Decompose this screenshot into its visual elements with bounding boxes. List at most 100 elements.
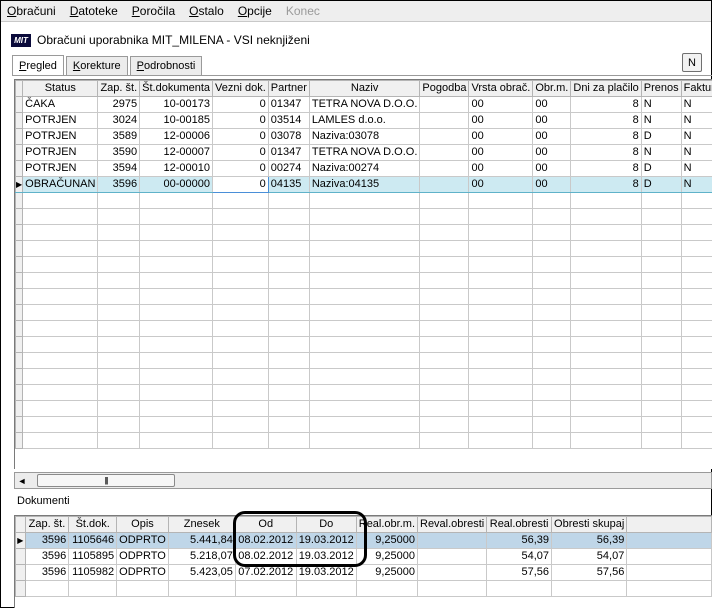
cell-vrsta-obrac[interactable]: 00	[468, 128, 534, 145]
cell-naziv[interactable]: TETRA NOVA D.O.O.	[308, 96, 421, 113]
cell-obr-m[interactable]: 00	[532, 96, 572, 113]
table-row[interactable]: POTRJEN 3594 12-00010 0 00274 Naziva:00274 00 0…	[15, 160, 712, 177]
table-row[interactable]: POTRJEN 3589 12-00006 0 03078 Naziva:03078 00 0…	[15, 128, 712, 145]
doc-cell-real-obr-m[interactable]: 9,25000	[355, 548, 419, 565]
cell-fakturira[interactable]: N	[680, 144, 712, 161]
doc-cell-reval-obresti[interactable]	[416, 532, 488, 549]
cell-prenos[interactable]: N	[640, 96, 682, 113]
main-grid[interactable]: Status Zap. št. Št.dokumenta Vezni dok. …	[14, 79, 712, 469]
cell-fakturira[interactable]: N	[680, 176, 712, 193]
cell-st-dokumenta[interactable]: 12-00010	[139, 160, 214, 177]
cell-partner[interactable]: 01347	[267, 96, 310, 113]
cell-pogodba[interactable]	[419, 96, 470, 113]
cell-partner[interactable]: 04135	[267, 176, 310, 193]
cell-pogodba[interactable]	[419, 160, 470, 177]
doc-cell-obresti-skupaj[interactable]: 56,39	[551, 532, 628, 549]
cell-obr-m[interactable]: 00	[532, 128, 572, 145]
column-header-vrsta-obrac[interactable]: Vrsta obrač.	[468, 80, 534, 97]
cell-naziv[interactable]: Naziva:04135	[308, 176, 421, 193]
cell-vezni-dok[interactable]: 0	[212, 160, 269, 177]
cell-partner[interactable]: 00274	[267, 160, 310, 177]
doc-column-header-od[interactable]: Od	[234, 516, 297, 533]
list-item[interactable]: 3596 1105982 ODPRTO 5.423,05 07.02.2012 19.03…	[15, 564, 712, 581]
cell-partner[interactable]: 03078	[267, 128, 310, 145]
cell-status[interactable]: POTRJEN	[22, 112, 99, 129]
doc-cell-real-obresti[interactable]: 56,39	[486, 532, 553, 549]
cell-status[interactable]: POTRJEN	[22, 144, 99, 161]
scroll-left-arrow-icon[interactable]: ◄	[15, 473, 29, 488]
menu-porocila[interactable]: Poročila	[132, 4, 175, 18]
doc-cell-real-obr-m[interactable]: 9,25000	[355, 532, 419, 549]
cell-pogodba[interactable]	[419, 144, 470, 161]
cell-prenos[interactable]: D	[640, 176, 682, 193]
column-header-zap-st[interactable]: Zap. št.	[97, 80, 141, 97]
cell-fakturira[interactable]: N	[680, 160, 712, 177]
cell-vrsta-obrac[interactable]: 00	[468, 144, 534, 161]
doc-cell-reval-obresti[interactable]	[416, 564, 488, 581]
cell-obr-m[interactable]: 00	[532, 112, 572, 129]
doc-cell-od[interactable]: 08.02.2012	[234, 532, 297, 549]
cell-zap-st[interactable]: 3594	[97, 160, 141, 177]
doc-column-header-real-obresti[interactable]: Real.obresti	[486, 516, 553, 533]
cell-st-dokumenta[interactable]: 10-00173	[139, 96, 214, 113]
doc-column-header-obresti-skupaj[interactable]: Obresti skupaj	[551, 516, 628, 533]
menu-obracuni[interactable]: Obračuni	[7, 4, 56, 18]
cell-st-dokumenta[interactable]: 12-00006	[139, 128, 214, 145]
cell-zap-st[interactable]: 2975	[97, 96, 141, 113]
column-header-status[interactable]: Status	[22, 80, 99, 97]
cell-fakturira[interactable]: N	[680, 128, 712, 145]
column-header-pogodba[interactable]: Pogodba	[419, 80, 470, 97]
cell-vezni-dok[interactable]: 0	[212, 112, 269, 129]
cell-st-dokumenta[interactable]: 10-00185	[139, 112, 214, 129]
cell-prenos[interactable]: N	[640, 144, 682, 161]
cell-obr-m[interactable]: 00	[532, 176, 572, 193]
doc-cell-opis[interactable]: ODPRTO	[116, 532, 169, 549]
doc-cell-real-obresti[interactable]: 54,07	[486, 548, 553, 565]
cell-st-dokumenta[interactable]: 00-00000	[139, 176, 214, 193]
cell-obr-m[interactable]: 00	[532, 160, 572, 177]
column-header-partner[interactable]: Partner	[267, 80, 310, 97]
doc-cell-st-dok[interactable]: 1105895	[68, 548, 118, 565]
cell-partner[interactable]: 03514	[267, 112, 310, 129]
cell-fakturira[interactable]: N	[680, 112, 712, 129]
column-header-dni-za-placilo[interactable]: Dni za plačilo	[570, 80, 642, 97]
column-header-naziv[interactable]: Naziv	[308, 80, 421, 97]
cell-prenos[interactable]: N	[640, 112, 682, 129]
cell-dni-za-placilo[interactable]: 8	[570, 176, 642, 193]
cell-status[interactable]: ČAKA	[22, 96, 99, 113]
doc-cell-st-dok[interactable]: 1105982	[68, 564, 118, 581]
cell-fakturira[interactable]: N	[680, 96, 712, 113]
cell-zap-st[interactable]: 3589	[97, 128, 141, 145]
doc-cell-od[interactable]: 08.02.2012	[234, 548, 297, 565]
cell-editor-input[interactable]: 0	[212, 176, 269, 193]
doc-cell-obresti-skupaj[interactable]: 57,56	[551, 564, 628, 581]
horizontal-scrollbar[interactable]: ◄ |||	[14, 472, 712, 489]
list-item[interactable]: ▶ 3596 1105646 ODPRTO 5.441,84 08.02.2012 19.0…	[15, 532, 712, 549]
cell-pogodba[interactable]	[419, 112, 470, 129]
doc-cell-do[interactable]: 19.03.2012	[295, 548, 357, 565]
doc-column-header-reval-obresti[interactable]: Reval.obresti	[416, 516, 488, 533]
cell-prenos[interactable]: D	[640, 128, 682, 145]
doc-column-header-real-obr-m[interactable]: Real.obr.m.	[355, 516, 419, 533]
doc-column-header-do[interactable]: Do	[295, 516, 357, 533]
new-button[interactable]: N	[682, 53, 702, 72]
cell-vrsta-obrac[interactable]: 00	[468, 160, 534, 177]
table-row[interactable]: POTRJEN 3590 12-00007 0 01347 TETRA NOVA D.O.…	[15, 144, 712, 161]
table-row[interactable]: ▶ OBRAČUNAN 3596 00-00000 0 04135 Naziva:04135…	[15, 176, 712, 193]
cell-zap-st[interactable]: 3596	[97, 176, 141, 193]
cell-vrsta-obrac[interactable]: 00	[468, 96, 534, 113]
tab-podrobnosti[interactable]: Podrobnosti	[129, 56, 203, 75]
cell-obr-m[interactable]: 00	[532, 144, 572, 161]
column-header-obr-m[interactable]: Obr.m.	[532, 80, 572, 97]
doc-cell-zap-st[interactable]: 3596	[24, 532, 70, 549]
doc-cell-do[interactable]: 19.03.2012	[295, 564, 357, 581]
cell-prenos[interactable]: D	[640, 160, 682, 177]
doc-cell-opis[interactable]: ODPRTO	[116, 548, 169, 565]
cell-status[interactable]: OBRAČUNAN	[22, 176, 99, 193]
column-header-vezni-dok[interactable]: Vezni dok.	[212, 80, 269, 97]
cell-status[interactable]: POTRJEN	[22, 160, 99, 177]
cell-dni-za-placilo[interactable]: 8	[570, 144, 642, 161]
cell-vezni-dok[interactable]: 0	[212, 96, 269, 113]
cell-naziv[interactable]: LAMLES d.o.o.	[308, 112, 421, 129]
doc-column-header-opis[interactable]: Opis	[116, 516, 169, 533]
